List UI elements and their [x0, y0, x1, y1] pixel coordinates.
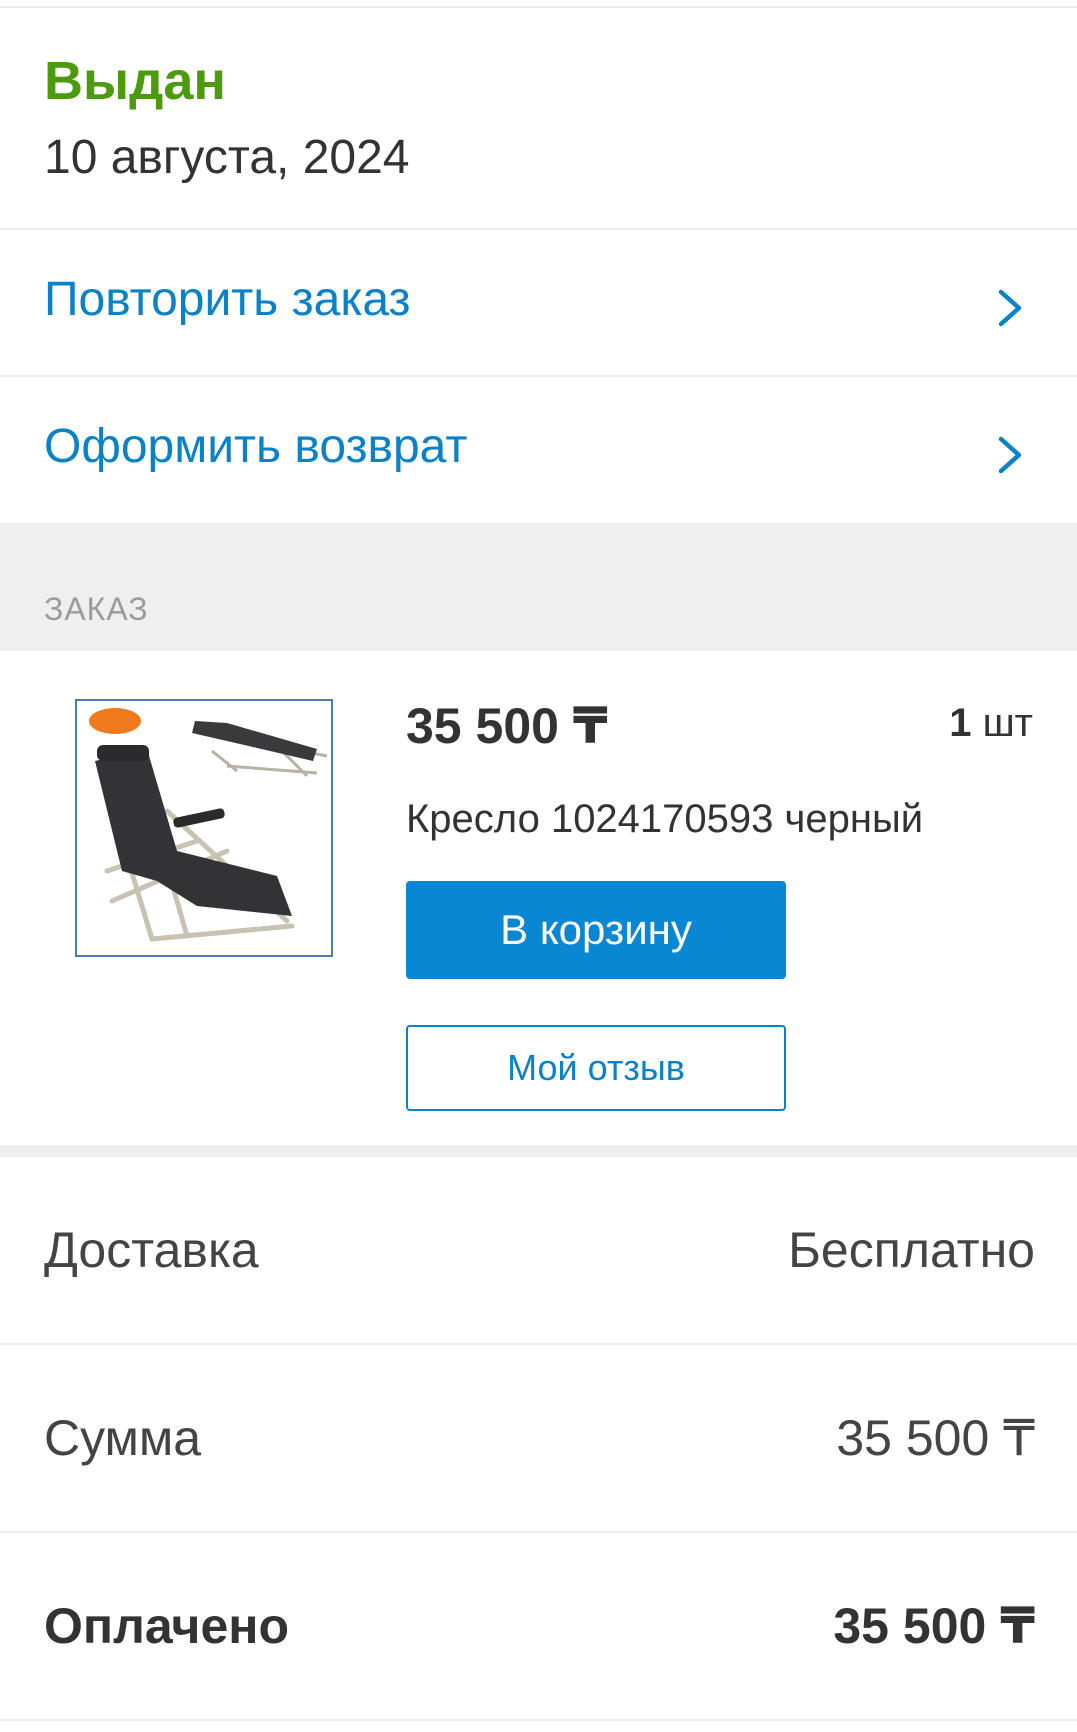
section-divider [0, 1145, 1077, 1157]
my-review-button[interactable]: Мой отзыв [406, 1025, 786, 1111]
item-quantity: 1 шт [949, 701, 1033, 746]
product-image[interactable] [75, 699, 333, 957]
return-order-label: Оформить возврат [44, 420, 468, 473]
chevron-right-icon [998, 289, 1022, 327]
add-to-cart-button[interactable]: В корзину [406, 881, 786, 979]
order-status-block: Выдан 10 августа, 2024 [0, 8, 1077, 228]
order-item: 35 500 ₸ 1 шт Кресло 1024170593 черный В… [0, 651, 1077, 1145]
total-label: Сумма [44, 1410, 202, 1466]
return-order-row[interactable]: Оформить возврат [0, 375, 1077, 523]
item-price: 35 500 ₸ [406, 698, 608, 754]
repeat-order-label: Повторить заказ [44, 273, 411, 326]
delivery-row: Доставка Бесплатно [0, 1157, 1077, 1345]
delivery-label: Доставка [44, 1222, 259, 1278]
item-quantity-number: 1 [949, 701, 972, 745]
brand-badge-icon [89, 708, 141, 734]
order-status-title: Выдан [44, 51, 227, 111]
item-name[interactable]: Кресло 1024170593 черный [406, 797, 923, 842]
item-quantity-unit: шт [982, 701, 1033, 745]
order-section-header: ЗАКАЗ [0, 523, 1077, 651]
order-status-date: 10 августа, 2024 [44, 131, 410, 184]
paid-label: Оплачено [44, 1598, 289, 1654]
delivery-value: Бесплатно [788, 1222, 1035, 1278]
total-row: Сумма 35 500 ₸ [0, 1345, 1077, 1533]
total-value: 35 500 ₸ [836, 1410, 1035, 1466]
order-section-label: ЗАКАЗ [44, 591, 149, 627]
repeat-order-row[interactable]: Повторить заказ [0, 228, 1077, 376]
lounge-chair-picture [77, 701, 331, 955]
chevron-right-icon [998, 436, 1022, 474]
paid-row: Оплачено 35 500 ₸ [0, 1533, 1077, 1721]
top-divider [0, 0, 1077, 8]
paid-value: 35 500 ₸ [833, 1598, 1035, 1654]
